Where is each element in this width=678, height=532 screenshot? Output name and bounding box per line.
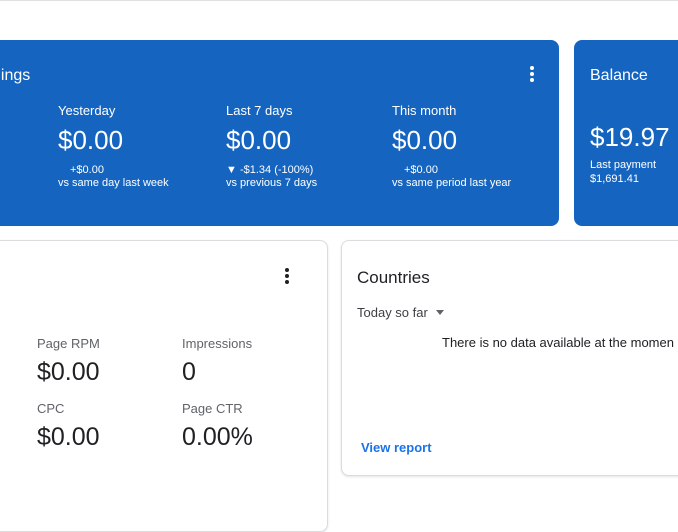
more-vert-icon[interactable] — [524, 64, 540, 84]
metric-value: $0.00 — [37, 358, 100, 386]
earnings-period-last-7-days: Last 7 days $0.00 ▼ -$1.34 (-100%) vs pr… — [226, 103, 317, 190]
metric-label: Impressions — [182, 336, 253, 351]
period-value: $0.00 — [392, 125, 458, 155]
period-value: $0.00 — [58, 125, 124, 155]
view-report-link[interactable]: View report — [361, 440, 432, 455]
balance-card[interactable]: Balance $19.97 Last payment $1,691.41 — [574, 40, 678, 226]
metric-value: 0 — [182, 358, 196, 386]
more-vert-icon[interactable] — [279, 266, 295, 286]
date-range-label: Today so far — [357, 305, 428, 320]
balance-amount: $19.97 — [590, 122, 670, 152]
period-label: Yesterday — [58, 103, 116, 118]
earnings-card: nings Yesterday $0.00 +$0.00 vs same day… — [0, 40, 559, 226]
caret-down-icon — [435, 310, 444, 315]
metric-label: Page RPM — [37, 336, 100, 351]
period-compare: vs same period last year — [392, 177, 512, 189]
metric-label: Page CTR — [182, 401, 243, 416]
metrics-card: Page RPM $0.00 Impressions 0 CPC $0.00 P… — [0, 240, 328, 532]
metric-page-ctr: Page CTR 0.00% — [182, 401, 253, 452]
countries-title: Countries — [357, 268, 430, 287]
period-label: Last 7 days — [226, 103, 293, 118]
top-divider — [0, 0, 678, 1]
balance-title: Balance — [590, 67, 648, 84]
period-compare: vs same day last week — [58, 177, 169, 189]
metric-label: CPC — [37, 401, 65, 416]
date-range-dropdown[interactable]: Today so far — [357, 305, 444, 320]
empty-state-message: There is no data available at the momen — [442, 335, 674, 350]
countries-card: Countries Today so far There is no data … — [341, 240, 678, 476]
period-delta: ▼ -$1.34 (-100%) — [226, 164, 314, 176]
earnings-title: nings — [0, 67, 31, 84]
last-payment-value: $1,691.41 — [590, 173, 639, 185]
last-payment-label: Last payment — [590, 159, 657, 171]
period-label: This month — [392, 103, 457, 118]
metric-cpc: CPC $0.00 — [37, 401, 100, 452]
period-delta: +$0.00 — [70, 164, 104, 176]
metric-value: $0.00 — [37, 423, 100, 451]
period-compare: vs previous 7 days — [226, 177, 318, 189]
earnings-period-yesterday: Yesterday $0.00 +$0.00 vs same day last … — [58, 103, 169, 190]
period-delta: +$0.00 — [404, 164, 438, 176]
earnings-period-this-month: This month $0.00 +$0.00 vs same period l… — [392, 103, 511, 190]
period-value: $0.00 — [226, 125, 292, 155]
metric-page-rpm: Page RPM $0.00 — [37, 336, 100, 387]
metric-impressions: Impressions 0 — [182, 336, 252, 387]
metric-value: 0.00% — [182, 423, 253, 451]
